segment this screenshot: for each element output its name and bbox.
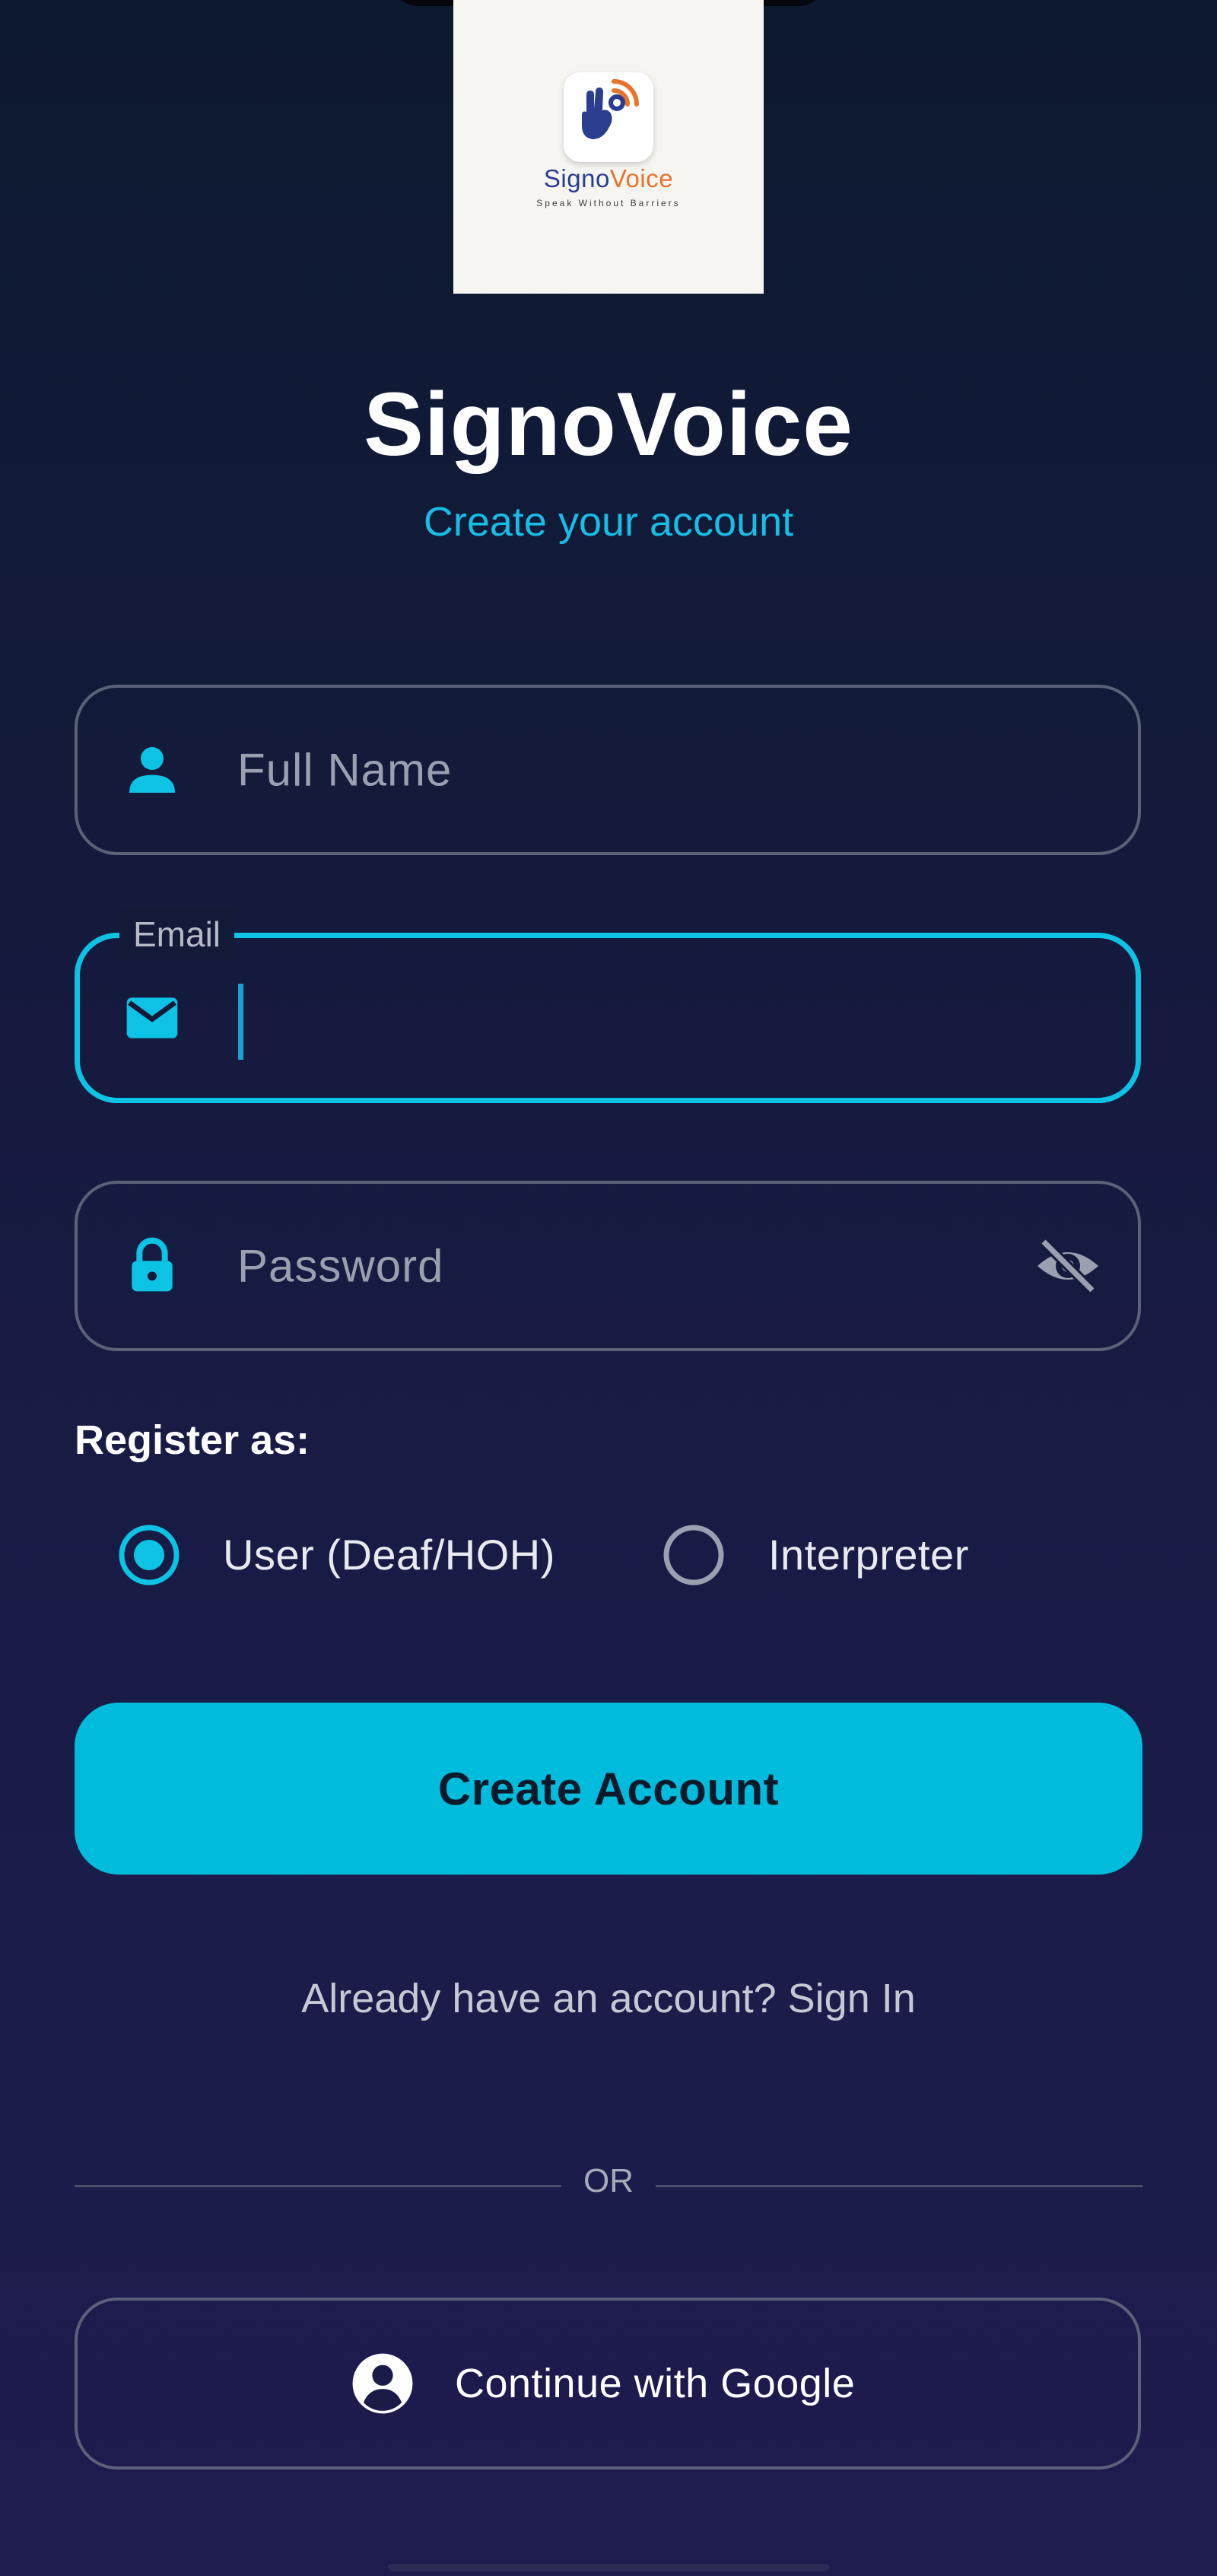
password-field[interactable]: Password	[75, 1181, 1141, 1351]
mail-icon	[126, 997, 178, 1038]
account-circle-icon	[352, 2353, 413, 2414]
radio-interpreter-label[interactable]: Interpreter	[768, 1530, 969, 1579]
continue-with-google-button[interactable]: Continue with Google	[75, 2298, 1141, 2469]
logo-brand-text: SignoVoice	[543, 164, 674, 192]
visibility-off-icon[interactable]	[1031, 1229, 1104, 1302]
email-label: Email	[119, 908, 235, 961]
create-account-button[interactable]: Create Account	[75, 1703, 1142, 1875]
sign-in-link[interactable]: Already have an account? Sign In	[0, 1975, 1217, 2022]
radio-user-label[interactable]: User (Deaf/HOH)	[223, 1530, 555, 1579]
text-cursor	[238, 984, 243, 1060]
divider-right	[656, 2185, 1142, 2187]
person-icon	[129, 747, 175, 793]
radio-user-selected[interactable]	[117, 1523, 181, 1587]
logo-tagline: Speak Without Barriers	[536, 198, 681, 208]
divider-or: OR	[583, 2162, 634, 2199]
hand-sign-icon	[564, 72, 653, 162]
google-button-label: Continue with Google	[455, 2361, 856, 2406]
lock-icon	[132, 1237, 173, 1292]
full-name-placeholder: Full Name	[237, 744, 453, 796]
email-field[interactable]: Email	[75, 908, 1141, 1103]
app-logo: SignoVoice Speak Without Barriers	[453, 0, 764, 294]
home-indicator[interactable]	[388, 2564, 829, 2571]
password-placeholder: Password	[237, 1240, 444, 1292]
page-subtitle: Create your account	[423, 499, 794, 545]
register-as-label: Register as:	[75, 1417, 310, 1463]
full-name-field[interactable]: Full Name	[75, 685, 1141, 855]
page-title: SignoVoice	[364, 374, 853, 475]
radio-interpreter[interactable]	[662, 1523, 726, 1587]
divider-left	[75, 2185, 561, 2187]
